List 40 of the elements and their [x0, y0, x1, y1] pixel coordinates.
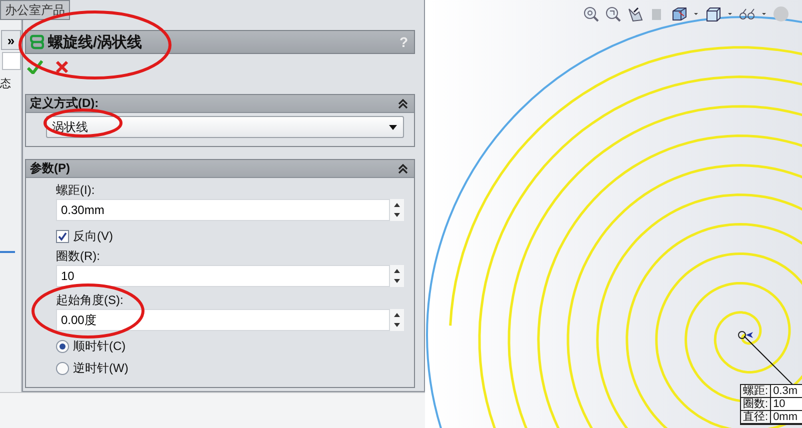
- section-title: 定义方式(D):: [30, 95, 99, 112]
- panel-title: 螺旋线/涡状线: [48, 32, 144, 52]
- hide-show-icon[interactable]: [739, 6, 755, 22]
- callout-value: 10: [771, 398, 802, 411]
- collapse-icon[interactable]: [397, 96, 409, 110]
- edge-line: [0, 251, 15, 253]
- value-field[interactable]: 10: [56, 265, 390, 287]
- callout-label: 圈数:: [741, 398, 772, 411]
- callout-value: 0mm: [771, 411, 802, 424]
- display-style-icon[interactable]: [705, 6, 721, 22]
- cancel-icon[interactable]: [55, 60, 69, 74]
- checkbox[interactable]: [56, 230, 69, 242]
- view-orientation-icon[interactable]: [671, 6, 687, 22]
- value-field[interactable]: 0.00度: [56, 309, 390, 331]
- radio-label: 逆时针(W): [73, 360, 128, 376]
- radio-button[interactable]: [56, 340, 69, 352]
- spin-arrows-icon[interactable]: [390, 309, 404, 331]
- zoom-area-icon[interactable]: [605, 6, 621, 22]
- radio-label: 顺时针(C): [73, 338, 126, 354]
- callout-label: 直径:: [741, 411, 772, 424]
- spin-arrows-icon[interactable]: [390, 199, 404, 221]
- dropdown-caret-icon: [389, 124, 397, 130]
- expand-button[interactable]: »: [1, 30, 21, 50]
- radio-button[interactable]: [56, 362, 69, 374]
- checkbox-label: 反向(V): [73, 228, 113, 244]
- ok-check-icon[interactable]: [27, 60, 43, 74]
- callout-label: 螺距:: [741, 385, 772, 398]
- spin-arrows-icon[interactable]: [390, 265, 404, 287]
- collapse-icon[interactable]: [397, 162, 409, 176]
- spiral-feature-icon: [30, 34, 44, 50]
- origin-arrow-icon: [738, 329, 754, 341]
- section-title: 参数(P): [30, 160, 70, 177]
- previous-view-icon[interactable]: [627, 6, 643, 22]
- field-label: 圈数(R):: [56, 249, 101, 264]
- zoom-fit-icon[interactable]: [583, 6, 599, 22]
- value-field[interactable]: 0.30mm: [56, 199, 390, 221]
- field-label: 螺距(I):: [56, 183, 96, 198]
- callout-value: 0.3m: [771, 385, 802, 398]
- field-label: 起始角度(S):: [56, 293, 124, 308]
- side-label: 态: [0, 76, 11, 91]
